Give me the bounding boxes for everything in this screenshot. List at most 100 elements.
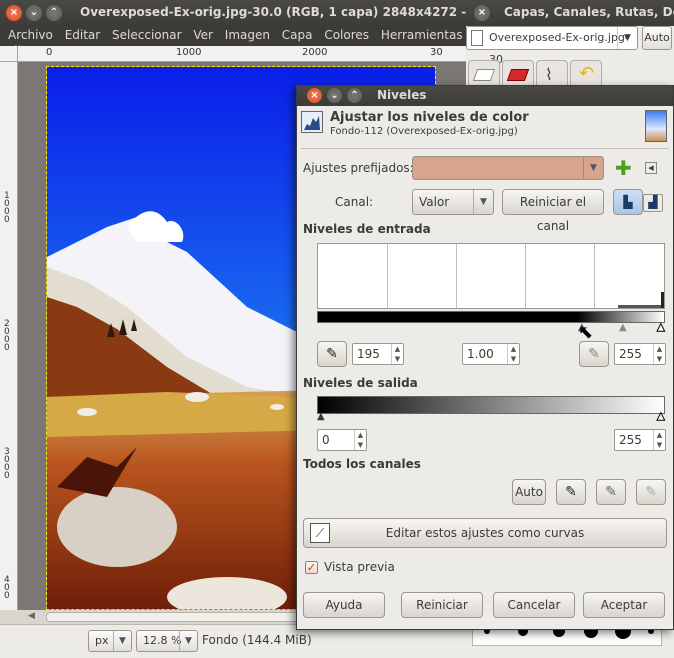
input-slider-track[interactable]: ▲ ▲ ▲ — [317, 322, 666, 335]
output-low-value: 0 — [322, 433, 330, 447]
close-dock-button[interactable]: × — [474, 5, 490, 21]
curves-icon: ⟋ — [310, 523, 330, 543]
pick-black-all-button[interactable]: ✎ — [556, 479, 586, 505]
output-high-value: 255 — [619, 433, 642, 447]
minimize-window-button[interactable]: ⌄ — [26, 5, 42, 21]
channel-value: Valor — [419, 195, 450, 209]
output-high-spinbox[interactable]: 255 ▲ ▼ — [614, 429, 666, 451]
horizontal-ruler[interactable]: 0 1000 2000 30 — [18, 46, 466, 62]
input-low-value: 195 — [357, 347, 380, 361]
preset-menu-icon[interactable]: ◀ — [645, 162, 657, 174]
undo-icon: ↶ — [579, 63, 595, 84]
black-eyedropper-icon: ✎ — [565, 484, 577, 500]
output-low-spinbox[interactable]: 0 ▲ ▼ — [317, 429, 367, 451]
pick-white-all-button[interactable]: ✎ — [636, 479, 666, 505]
ruler-h-label: 1000 — [176, 47, 202, 58]
channel-label: Canal: — [335, 195, 374, 209]
spin-arrows-icon[interactable]: ▲ ▼ — [354, 430, 366, 450]
grid-line — [525, 244, 526, 308]
menu-colores[interactable]: Colores — [324, 26, 369, 42]
channel-select[interactable]: Valor ▼ — [412, 189, 494, 215]
ruler-h-label: 30 — [430, 47, 443, 58]
minimize-dialog-button[interactable]: ⌄ — [327, 88, 342, 103]
input-high-spinbox[interactable]: 255 ▲ ▼ — [614, 343, 666, 365]
chevron-down-icon: ▼ — [617, 27, 637, 49]
input-low-spinbox[interactable]: 195 ▲ ▼ — [352, 343, 404, 365]
edit-as-curves-button[interactable]: ⟋ Editar estos ajustes como curvas — [303, 518, 667, 548]
tab-layers[interactable] — [468, 60, 500, 88]
layer-info: Fondo (144.4 MiB) — [202, 633, 312, 647]
levels-dialog: × ⌄ ⌃ Niveles Ajustar los niveles de col… — [296, 85, 674, 630]
spin-arrows-icon[interactable]: ▲ ▼ — [653, 344, 665, 364]
spin-arrows-icon[interactable]: ▲ ▼ — [391, 344, 403, 364]
spin-arrows-icon[interactable]: ▲ ▼ — [653, 430, 665, 450]
input-gradient-bar — [317, 311, 665, 323]
log-histogram-button[interactable]: ▟ — [643, 194, 663, 212]
preview-checkbox[interactable]: ✓ — [305, 561, 318, 574]
levels-heading: Ajustar los niveles de color — [330, 110, 529, 125]
image-selector[interactable]: Overexposed-Ex-orig.jpg-30 ▼ — [466, 26, 638, 66]
add-preset-icon[interactable]: ✚ — [615, 156, 632, 180]
unit-select[interactable]: px ▼ — [88, 630, 132, 652]
tab-undo[interactable]: ↶ — [570, 60, 602, 88]
vertical-ruler[interactable]: 1000 2000 3000 400 — [0, 62, 18, 610]
output-high-handle[interactable]: ▲ — [657, 411, 666, 422]
pick-gray-all-button[interactable]: ✎ — [596, 479, 626, 505]
levels-dialog-titlebar: × ⌄ ⌃ Niveles — [297, 86, 673, 106]
reset-channel-button[interactable]: Reiniciar el canal — [502, 189, 604, 233]
ruler-corner — [0, 46, 18, 62]
input-high-handle[interactable]: ▲ — [657, 322, 666, 333]
histogram[interactable] — [317, 243, 665, 309]
chevron-down-icon: ▼ — [179, 631, 197, 651]
image-thumb-icon — [471, 30, 483, 46]
menu-capa[interactable]: Capa — [282, 26, 313, 42]
close-dialog-button[interactable]: × — [307, 88, 322, 103]
cancel-button[interactable]: Cancelar — [493, 592, 575, 618]
input-gamma-spinbox[interactable]: 1.00 ▲ ▼ — [462, 343, 520, 365]
paths-icon: ⌇ — [545, 65, 553, 84]
all-channels-label: Todos los canales — [303, 457, 421, 471]
white-eyedropper-icon: ✎ — [588, 346, 600, 362]
tab-paths[interactable]: ⌇ — [536, 60, 568, 88]
zoom-select[interactable]: 12.8 % ▼ — [136, 630, 198, 652]
linear-histogram-button[interactable]: ▙ — [613, 189, 643, 215]
input-gamma-handle[interactable]: ▲ — [619, 323, 627, 333]
ruler-h-label: 0 — [46, 47, 53, 58]
close-window-button[interactable]: × — [6, 5, 22, 21]
grid-line — [387, 244, 388, 308]
linear-histogram-icon: ▙ — [623, 195, 633, 209]
menu-herramientas[interactable]: Herramientas — [381, 26, 463, 42]
ruler-v-label: 1000 — [4, 191, 10, 225]
maximize-dialog-button[interactable]: ⌃ — [347, 88, 362, 103]
maximize-window-button[interactable]: ⌃ — [46, 5, 62, 21]
ok-button[interactable]: Aceptar — [583, 592, 665, 618]
ruler-h-label: 2000 — [302, 47, 328, 58]
menu-seleccionar[interactable]: Seleccionar — [112, 26, 181, 42]
output-slider-track[interactable]: ▲ ▲ — [317, 411, 666, 424]
presets-label: Ajustes prefijados: — [303, 161, 414, 175]
presets-combo[interactable]: ▼ — [412, 156, 604, 180]
pick-black-point-button[interactable]: ✎ — [317, 341, 347, 367]
menu-imagen[interactable]: Imagen — [225, 26, 270, 42]
pick-white-point-button[interactable]: ✎ — [579, 341, 609, 367]
help-button[interactable]: Ayuda — [303, 592, 385, 618]
input-levels-label: Niveles de entrada — [303, 222, 431, 236]
menu-archivo[interactable]: Archivo — [8, 26, 53, 42]
grid-line — [456, 244, 457, 308]
output-low-handle[interactable]: ▲ — [317, 412, 325, 422]
scroll-left-icon[interactable]: ◀ — [28, 611, 35, 621]
image-window-title: Overexposed-Ex-orig.jpg-30.0 (RGB, 1 cap… — [80, 5, 497, 19]
ruler-v-label: 3000 — [4, 447, 10, 481]
auto-levels-button[interactable]: Auto — [512, 479, 546, 505]
grid-line — [594, 244, 595, 308]
histogram-data — [618, 305, 662, 308]
menu-ver[interactable]: Ver — [193, 26, 213, 42]
menu-editar[interactable]: Editar — [65, 26, 101, 42]
output-levels-label: Niveles de salida — [303, 376, 418, 390]
dock-auto-button[interactable]: Auto — [642, 26, 672, 50]
tab-channels[interactable] — [502, 60, 534, 88]
gray-eyedropper-icon: ✎ — [605, 484, 617, 500]
spin-arrows-icon[interactable]: ▲ ▼ — [507, 344, 519, 364]
reset-button[interactable]: Reiniciar — [401, 592, 483, 618]
zoom-value: 12.8 % — [143, 634, 182, 647]
